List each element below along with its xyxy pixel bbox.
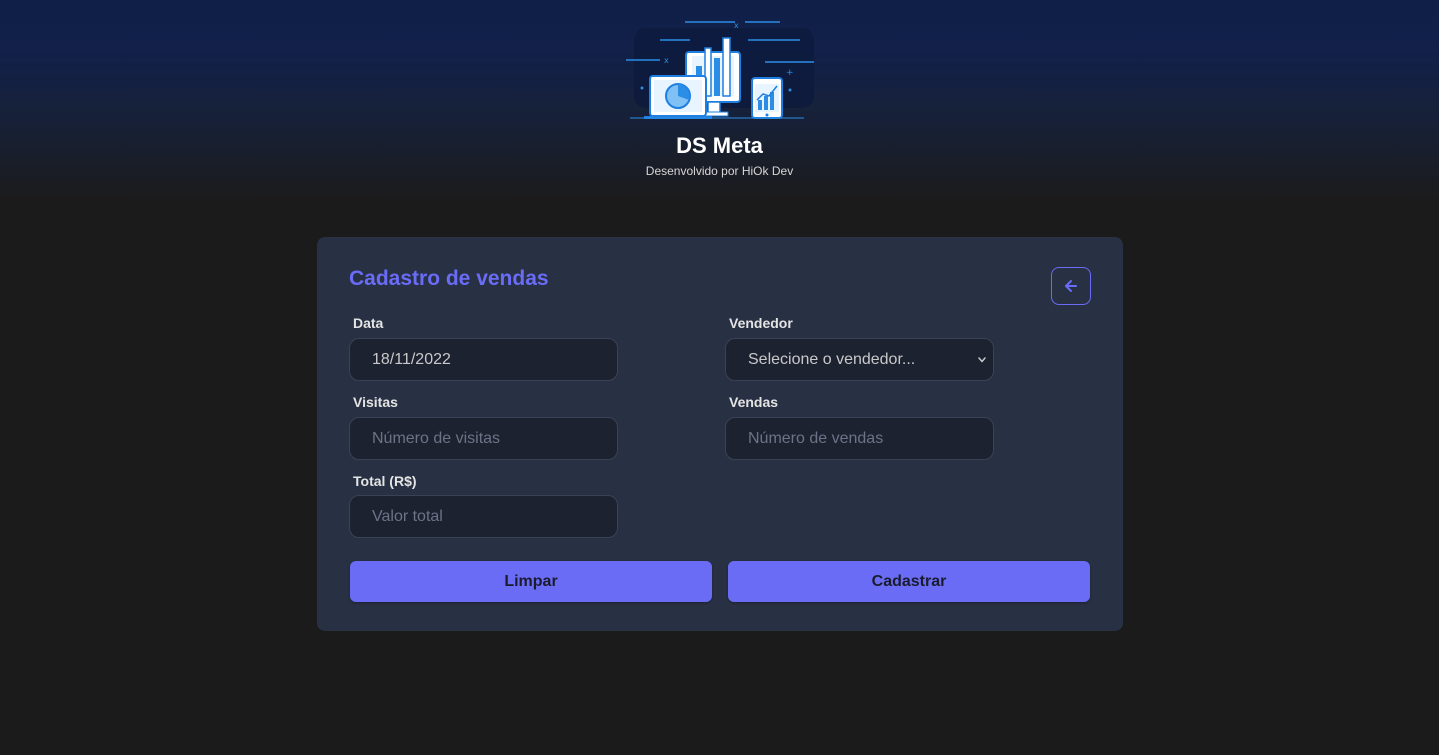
sales-input[interactable]: Número de vendas bbox=[725, 417, 994, 460]
seller-label: Vendedor bbox=[729, 315, 793, 331]
visits-placeholder: Número de visitas bbox=[372, 429, 501, 447]
total-input[interactable]: Valor total bbox=[349, 495, 618, 538]
header: x x + DS Meta Desenvolvido por HiOk Dev bbox=[0, 0, 1439, 200]
form-title: Cadastro de vendas bbox=[349, 267, 549, 290]
total-placeholder: Valor total bbox=[372, 507, 443, 525]
sales-placeholder: Número de vendas bbox=[748, 429, 884, 447]
visits-label: Visitas bbox=[353, 394, 398, 410]
clear-button[interactable]: Limpar bbox=[350, 561, 712, 602]
sales-form-card: Cadastro de vendas Data 18/11/2022 Vende… bbox=[317, 237, 1123, 631]
svg-text:+: + bbox=[786, 68, 794, 78]
logo-icon: x x + bbox=[626, 21, 814, 119]
sales-label: Vendas bbox=[729, 394, 779, 410]
chevron-down-icon bbox=[978, 357, 986, 363]
svg-text:x: x bbox=[664, 56, 669, 65]
back-button[interactable] bbox=[1051, 267, 1091, 305]
arrow-left-icon bbox=[1065, 280, 1077, 292]
submit-button[interactable]: Cadastrar bbox=[728, 561, 1090, 602]
date-label: Data bbox=[353, 315, 384, 331]
visits-input[interactable]: Número de visitas bbox=[349, 417, 618, 460]
seller-select-value: Selecione o vendedor... bbox=[748, 350, 916, 368]
total-label: Total (R$) bbox=[353, 473, 417, 489]
seller-select[interactable]: Selecione o vendedor... bbox=[725, 338, 994, 381]
svg-text:x: x bbox=[734, 21, 739, 30]
app-title: DS Meta bbox=[676, 133, 763, 158]
app-subtitle: Desenvolvido por HiOk Dev bbox=[645, 164, 794, 178]
date-value: 18/11/2022 bbox=[372, 350, 451, 368]
date-field[interactable]: 18/11/2022 bbox=[349, 338, 618, 381]
